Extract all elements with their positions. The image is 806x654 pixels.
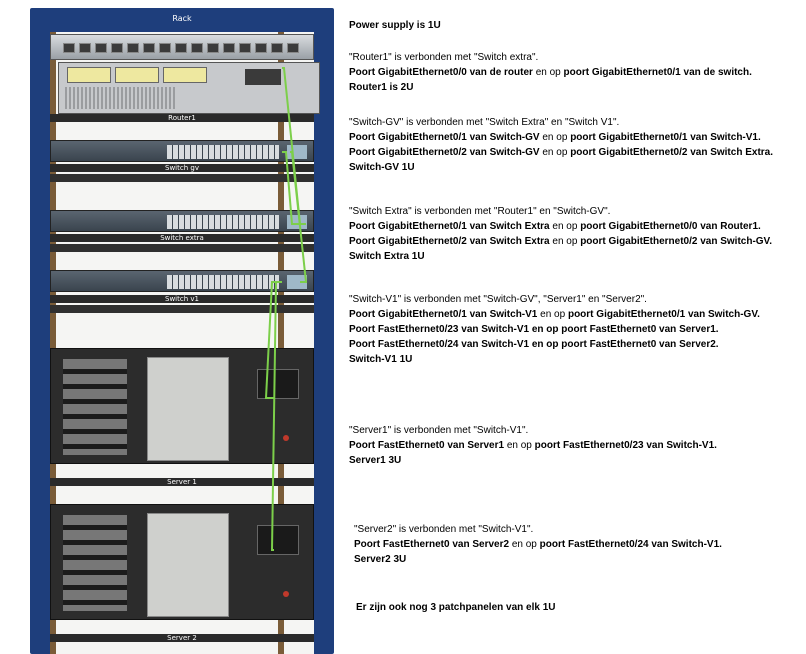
switch-gv-port2: Poort GigabitEthernet0/2 van Switch-GV bbox=[349, 147, 540, 158]
switch-extra-label: Switch extra bbox=[160, 234, 204, 242]
router1-port-text: Poort GigabitEthernet0/0 van de router bbox=[349, 67, 533, 78]
switch-extra-peer1: poort GigabitEthernet0/0 van Router1. bbox=[580, 221, 761, 232]
switch-v1-device[interactable] bbox=[50, 270, 314, 292]
server2-intro: "Server2" is verbonden met "Switch-V1". bbox=[354, 524, 534, 535]
server1-label: Server 1 bbox=[167, 478, 197, 486]
router1-label: Router1 bbox=[168, 114, 196, 122]
router1-intro: "Router1" is verbonden met "Switch extra… bbox=[349, 52, 539, 63]
patch-panels-text: Er zijn ook nog 3 patchpanelen van elk 1… bbox=[356, 602, 556, 613]
power-supply-size: Power supply is 1U bbox=[349, 20, 441, 31]
connector-text: en op bbox=[537, 309, 568, 320]
router1-label-strip: Router1 bbox=[50, 114, 314, 122]
server2-peer: poort FastEthernet0/24 van Switch-V1. bbox=[539, 539, 722, 550]
switch-gv-size: Switch-GV 1U bbox=[349, 162, 415, 173]
switch-v1-size: Switch-V1 1U bbox=[349, 354, 413, 365]
switch-v1-line2: Poort FastEthernet0/23 van Switch-V1 en … bbox=[349, 324, 719, 335]
server1-size: Server1 3U bbox=[349, 455, 402, 466]
connector-text: en op bbox=[539, 147, 571, 158]
switch-gv-intro: "Switch-GV" is verbonden met "Switch Ext… bbox=[349, 117, 620, 128]
blank-panel bbox=[50, 305, 314, 313]
switch-gv-peer2: poort GigabitEthernet0/2 van Switch Extr… bbox=[570, 147, 774, 158]
server1-port: Poort FastEthernet0 van Server1 bbox=[349, 440, 505, 451]
connector-text: en op bbox=[549, 236, 581, 247]
router1-device[interactable] bbox=[58, 62, 320, 114]
note-server2: "Server2" is verbonden met "Switch-V1". … bbox=[354, 522, 722, 567]
switch-gv-label-strip: Switch gv bbox=[50, 164, 314, 172]
switch-extra-port1: Poort GigabitEthernet0/1 van Switch Extr… bbox=[349, 221, 550, 232]
server1-intro: "Server1" is verbonden met "Switch-V1". bbox=[349, 425, 529, 436]
switch-v1-label-strip: Switch v1 bbox=[50, 295, 314, 303]
note-switch-extra: "Switch Extra" is verbonden met "Router1… bbox=[349, 204, 772, 264]
server2-port: Poort FastEthernet0 van Server2 bbox=[354, 539, 510, 550]
switch-v1-line3: Poort FastEthernet0/24 van Switch-V1 en … bbox=[349, 339, 719, 350]
connector-text: en op bbox=[504, 440, 535, 451]
connector-text: en op bbox=[539, 132, 571, 143]
switch-v1-intro: "Switch-V1" is verbonden met "Switch-GV"… bbox=[349, 294, 647, 305]
switch-gv-device[interactable] bbox=[50, 140, 314, 162]
blank-panel bbox=[50, 244, 314, 252]
server2-label-strip: Server 2 bbox=[50, 634, 314, 642]
connector-text: en op bbox=[532, 67, 564, 78]
switch-extra-port2: Poort GigabitEthernet0/2 van Switch Extr… bbox=[349, 236, 550, 247]
note-power-supply: Power supply is 1U bbox=[349, 18, 441, 33]
note-switch-gv: "Switch-GV" is verbonden met "Switch Ext… bbox=[349, 115, 773, 175]
server1-device[interactable] bbox=[50, 348, 314, 464]
note-patch-panels: Er zijn ook nog 3 patchpanelen van elk 1… bbox=[356, 600, 556, 615]
switch-extra-device[interactable] bbox=[50, 210, 314, 232]
switch-gv-port1: Poort GigabitEthernet0/1 van Switch-GV bbox=[349, 132, 540, 143]
connector-text: en op bbox=[509, 539, 540, 550]
connector-text: en op bbox=[549, 221, 581, 232]
switch-v1-port1: Poort GigabitEthernet0/1 van Switch-V1 bbox=[349, 309, 538, 320]
router1-size: Router1 is 2U bbox=[349, 82, 414, 93]
note-server1: "Server1" is verbonden met "Switch-V1". … bbox=[349, 423, 717, 468]
switch-gv-label: Switch gv bbox=[165, 164, 199, 172]
note-router1: "Router1" is verbonden met "Switch extra… bbox=[349, 50, 752, 95]
switch-v1-label: Switch v1 bbox=[165, 295, 199, 303]
rack-title: Rack bbox=[172, 14, 192, 23]
server1-label-strip: Server 1 bbox=[50, 478, 314, 486]
switch-v1-peer1: poort GigabitEthernet0/1 van Switch-GV. bbox=[567, 309, 760, 320]
blank-panel bbox=[50, 174, 314, 182]
switch-extra-label-strip: Switch extra bbox=[50, 234, 314, 242]
server2-label: Server 2 bbox=[167, 634, 197, 642]
server2-device[interactable] bbox=[50, 504, 314, 620]
power-supply-unit[interactable] bbox=[50, 34, 314, 60]
note-switch-v1: "Switch-V1" is verbonden met "Switch-GV"… bbox=[349, 292, 760, 367]
switch-extra-peer2: poort GigabitEthernet0/2 van Switch-GV. bbox=[580, 236, 773, 247]
server2-size: Server2 3U bbox=[354, 554, 407, 565]
switch-extra-size: Switch Extra 1U bbox=[349, 251, 425, 262]
router1-peer-port-text: poort GigabitEthernet0/1 van de switch. bbox=[563, 67, 752, 78]
server1-peer: poort FastEthernet0/23 van Switch-V1. bbox=[534, 440, 717, 451]
switch-extra-intro: "Switch Extra" is verbonden met "Router1… bbox=[349, 206, 611, 217]
switch-gv-peer1: poort GigabitEthernet0/1 van Switch-V1. bbox=[570, 132, 761, 143]
